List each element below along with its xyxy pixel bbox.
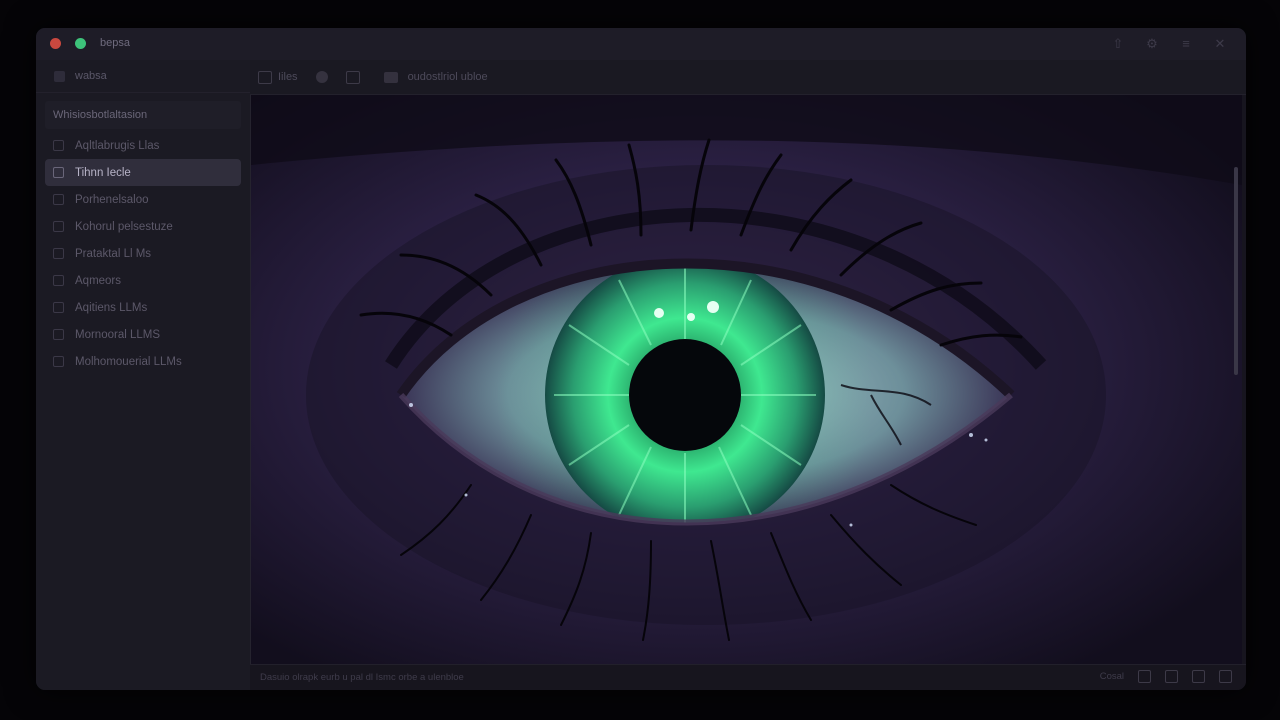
- sidebar-item-label: Molhomouerial LLMs: [75, 355, 182, 368]
- item-icon: [53, 302, 64, 313]
- item-icon: [53, 275, 64, 286]
- image-canvas[interactable]: [251, 95, 1242, 665]
- sidebar-item-label: Aqltlabrugis Llas: [75, 139, 160, 152]
- item-icon: [53, 248, 64, 259]
- palette-button[interactable]: [315, 71, 328, 83]
- item-icon: [53, 194, 64, 205]
- image-icon: [383, 71, 398, 83]
- sidebar-item-label: Mornooral LLMS: [75, 328, 161, 341]
- sidebar-item-label: Porhenelsaloo: [75, 193, 149, 206]
- grid-icon[interactable]: [1192, 670, 1205, 683]
- close-window-button[interactable]: [50, 38, 61, 49]
- maximize-window-button[interactable]: [75, 38, 86, 49]
- settings-icon[interactable]: ⚙: [1144, 36, 1160, 52]
- sidebar-item-label: Prataktal Ll Ms: [75, 247, 152, 260]
- status-right-label[interactable]: Cosal: [1100, 671, 1124, 682]
- palette-icon: [315, 71, 328, 83]
- title-bar: bepsa ⇧ ⚙ ≡ ✕: [36, 28, 1246, 60]
- sidebar-item[interactable]: Aqmeors: [45, 267, 241, 294]
- sidebar-item[interactable]: Aqitiens LLMs: [45, 294, 241, 321]
- files-button[interactable]: Iiles: [258, 70, 298, 84]
- document-filename: oudostlriol ubloe: [407, 71, 488, 83]
- sidebar-item-label: Aqitiens LLMs: [75, 301, 148, 314]
- upload-icon[interactable]: ⇧: [1110, 36, 1126, 52]
- sidebar-header[interactable]: wabsa: [36, 60, 250, 93]
- sidebar-item-label: Aqmeors: [75, 274, 122, 287]
- sidebar-header-label: wabsa: [75, 70, 107, 82]
- item-icon: [53, 167, 64, 178]
- close-icon[interactable]: ✕: [1212, 36, 1228, 52]
- vertical-scrollbar[interactable]: [1234, 167, 1238, 375]
- menu-icon[interactable]: ≡: [1178, 36, 1194, 52]
- item-icon: [53, 329, 64, 340]
- sidebar: wabsa Whisiosbotlaltasion Aqltlabrugis L…: [36, 60, 251, 690]
- grid-button[interactable]: [345, 70, 366, 84]
- sidebar-item[interactable]: Kohorul pelsestuze: [45, 213, 241, 240]
- window-title: bepsa: [100, 37, 130, 49]
- files-label: Iiles: [278, 71, 298, 83]
- zoom-icon[interactable]: [1138, 670, 1151, 683]
- sidebar-item[interactable]: Molhomouerial LLMs: [45, 348, 241, 375]
- sidebar-item-active[interactable]: Tihnn Iecle: [45, 159, 241, 186]
- eye-image: [251, 95, 1242, 665]
- sidebar-item-label: Kohorul pelsestuze: [75, 220, 173, 233]
- file-icon: [258, 70, 272, 84]
- status-bar: Dasuio olrapk eurb u pal dl Ismc orbe a …: [250, 664, 1246, 690]
- sidebar-item[interactable]: Aqltlabrugis Llas: [45, 132, 241, 159]
- item-icon: [53, 221, 64, 232]
- sidebar-item[interactable]: Mornooral LLMS: [45, 321, 241, 348]
- item-icon: [53, 140, 64, 151]
- toolbar: Iiles oudostlriol ubloe: [250, 60, 1246, 95]
- sidebar-item-label: Tihnn Iecle: [75, 166, 131, 179]
- sidebar-group-label[interactable]: Whisiosbotlaltasion: [45, 101, 241, 129]
- grid-icon: [345, 70, 360, 84]
- layers-icon[interactable]: [1165, 670, 1178, 683]
- status-text: Dasuio olrapk eurb u pal dl Ismc orbe a …: [260, 672, 464, 683]
- sidebar-item[interactable]: Porhenelsaloo: [45, 186, 241, 213]
- folder-icon: [54, 70, 65, 82]
- app-window: bepsa ⇧ ⚙ ≡ ✕ wabsa Whisiosbotlaltasion …: [36, 28, 1246, 690]
- document-tab[interactable]: oudostlriol ubloe: [383, 71, 488, 83]
- sidebar-item[interactable]: Prataktal Ll Ms: [45, 240, 241, 267]
- item-icon: [53, 356, 64, 367]
- export-icon[interactable]: [1219, 670, 1232, 683]
